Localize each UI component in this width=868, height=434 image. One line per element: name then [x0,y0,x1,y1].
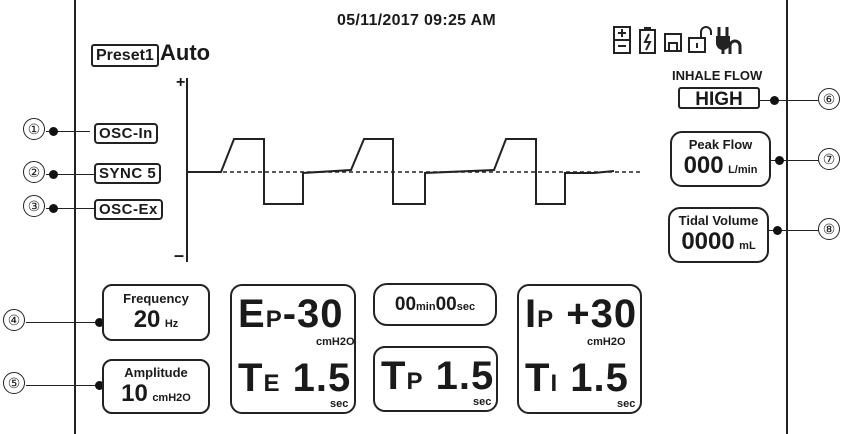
ip-value: IP +30 [525,292,638,336]
peak-flow-label: Peak Flow [688,137,753,152]
callout-1: ① [23,118,45,140]
ep-value: EP-30 [238,292,344,336]
amplitude-unit: cmH2O [152,392,191,404]
axis-minus: – [174,245,185,265]
callout-7: ⑦ [818,148,840,170]
inspiratory-card[interactable]: IP +30 cmH2O TI 1.5 sec [517,284,642,414]
frequency-unit: Hz [164,318,179,330]
peak-flow-value: 000 [683,152,724,179]
ep-unit: cmH2O [316,336,355,348]
leader-dot-8 [773,226,782,235]
osc-ex-tag: OSC-Ex [94,199,163,220]
te-unit: sec [330,398,349,410]
peak-flow-unit: L/min [728,164,758,176]
inhale-flow-value[interactable]: HIGH [678,87,760,110]
tidal-volume-unit: mL [739,240,756,252]
amplitude-value: 10 [121,380,148,407]
osc-in-tag: OSC-In [94,123,158,144]
charging-icon [639,27,656,54]
leader-dot-3 [49,204,58,213]
callout-5: ⑤ [3,372,25,394]
expiratory-card[interactable]: EP-30 cmH2O TE 1.5 sec [230,284,356,414]
battery-level-icon [613,26,631,54]
callout-2: ② [23,161,45,183]
preset-label[interactable]: Preset1 [91,44,159,67]
ti-value: TI 1.5 [525,356,629,400]
frequency-card[interactable]: Frequency 20 Hz [102,284,210,341]
save-icon [664,33,682,52]
leader-dot-1 [49,127,58,136]
pressure-waveform [188,138,643,205]
datetime: 05/11/2017 09:25 AM [337,12,496,29]
inhale-flow-label: INHALE FLOW [672,68,763,83]
callout-4: ④ [3,309,25,331]
frequency-value: 20 [133,306,161,333]
tidal-volume-value: 0000 [681,228,735,255]
amplitude-label: Amplitude [124,365,188,380]
pause-time-card[interactable]: TP 1.5 sec [373,346,498,412]
leader-5 [26,385,104,386]
peak-flow-card[interactable]: Peak Flow 000 L/min [670,131,771,187]
power-plug-icon [716,27,742,54]
callout-6: ⑥ [818,88,840,110]
leader-dot-6 [770,96,779,105]
frequency-label: Frequency [123,291,189,306]
ip-unit: cmH2O [587,336,626,348]
tp-unit: sec [473,396,492,408]
amplitude-card[interactable]: Amplitude 10 cmH2O [102,359,210,414]
callout-8: ⑧ [818,218,840,240]
status-icons [613,26,742,54]
leader-4 [26,322,104,323]
sync-tag: SYNC 5 [94,163,162,184]
callout-3: ③ [23,195,45,217]
leader-6 [760,100,818,101]
axis-plus: + [176,74,186,91]
mode-label: Auto [160,40,211,65]
leader-dot-2 [49,170,58,179]
leader-dot-7 [775,156,784,165]
tidal-volume-label: Tidal Volume [678,213,759,228]
ti-unit: sec [617,398,636,410]
tidal-volume-card[interactable]: Tidal Volume 0000 mL [668,207,769,263]
unlock-icon [688,26,712,53]
timer-display: 00min00sec [373,283,497,326]
